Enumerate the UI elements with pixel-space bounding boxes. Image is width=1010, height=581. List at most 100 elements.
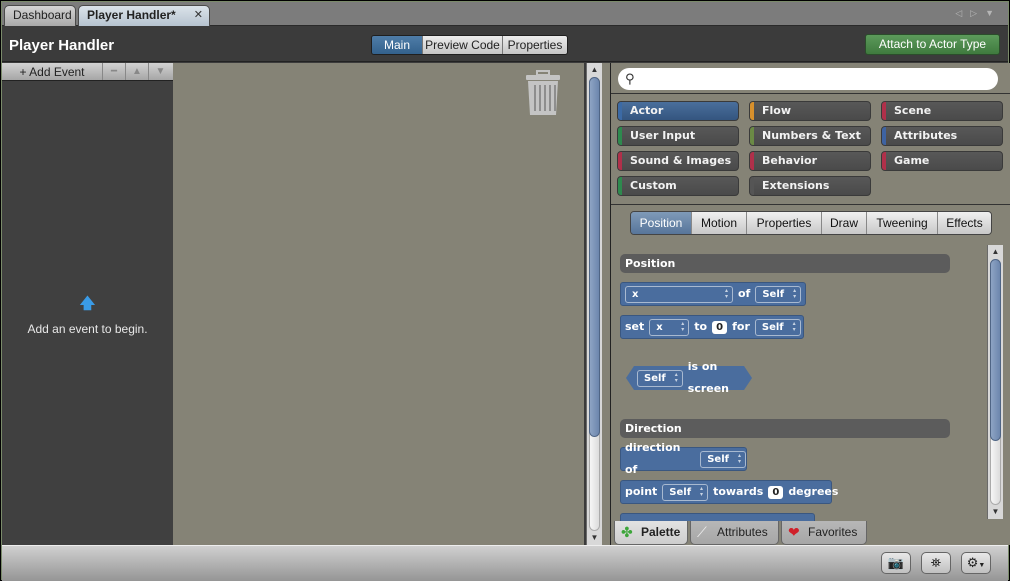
category-flow[interactable]: Flow [749,101,871,121]
attribute-dropdown[interactable]: x [649,318,690,336]
block-text: point [625,485,658,498]
tab-player-handler[interactable]: Player Handler* ✕ [78,5,210,26]
category-color-stripe [618,177,622,195]
category-color-stripe [618,102,622,120]
category-label: Extensions [762,179,830,192]
puzzle-icon: ✤ [621,524,633,540]
category-actor[interactable]: Actor [617,101,739,121]
category-numbers-text[interactable]: Numbers & Text [749,126,871,146]
subtab-motion[interactable]: Motion [691,212,746,234]
subtab-properties[interactable]: Properties [746,212,821,234]
find-button[interactable]: ⛯ [921,552,951,574]
tab-list-dropdown-icon[interactable]: ▼ [985,8,1002,18]
block-point-towards[interactable]: point Self towards 0 degrees [620,480,838,504]
scroll-down-icon[interactable]: ▼ [988,505,1003,519]
subtab-position[interactable]: Position [631,212,691,234]
category-scene[interactable]: Scene [881,101,1003,121]
block-text: is on screen [687,360,730,395]
tab-palette[interactable]: ✤ Palette [614,521,688,545]
settings-button[interactable]: ⚙▼ [961,552,991,574]
palette-divider [611,204,1010,205]
category-custom[interactable]: Custom [617,176,739,196]
target-dropdown[interactable]: Self [700,450,746,468]
screenshot-button[interactable]: 📷 [881,552,911,574]
down-arrow-icon[interactable]: ▼ [149,63,172,80]
subtab-tweening[interactable]: Tweening [866,212,937,234]
binoculars-icon: ⛯ [930,555,942,570]
document-tab-strip: Dashboard Player Handler* ✕ ◁▷▼ [2,2,1008,26]
view-switcher: Main Preview Code Properties [371,35,568,55]
category-game[interactable]: Game [881,151,1003,171]
palette-bottom-tabs: ✤ Palette ⟋ Attributes ❤ Favorites [611,521,1010,545]
category-user-input[interactable]: User Input [617,126,739,146]
subtab-effects[interactable]: Effects [937,212,991,234]
heart-icon: ❤ [788,524,800,540]
tab-label: Player Handler* [87,8,176,22]
scroll-up-icon[interactable]: ▲ [988,245,1003,259]
category-label: Custom [630,179,677,192]
events-panel: + Add Event ━ ▲ ▼ 🡅 Add an event to begi… [2,63,173,545]
block-direction-of[interactable]: direction of Self [620,441,747,476]
category-label: Sound & Images [630,154,732,167]
scrollbar-thumb[interactable] [589,77,600,437]
target-dropdown[interactable]: Self [755,285,802,303]
tab-main[interactable]: Main [372,36,422,54]
category-color-stripe [882,152,886,170]
scrollbar-thumb[interactable] [990,259,1001,441]
block-get-attribute-of[interactable]: x of Self [620,282,806,306]
canvas-scrollbar[interactable]: ▲ ▼ [586,63,602,545]
target-dropdown[interactable]: Self [754,318,801,336]
value-input[interactable]: 0 [768,485,784,499]
category-color-stripe [750,152,754,170]
target-dropdown[interactable]: Self [662,483,709,501]
category-label: Behavior [762,154,818,167]
category-extensions[interactable]: Extensions [749,176,871,196]
category-sound-images[interactable]: Sound & Images [617,151,739,171]
panel-divider[interactable] [602,63,611,545]
tag-icon: ⟋ [697,524,707,540]
close-icon[interactable]: ✕ [194,6,203,25]
chevron-down-icon: ▼ [978,562,986,569]
palette-panel: ⚲ Actor Flow Scene User Input Numbers & … [611,63,1010,545]
attribute-dropdown[interactable]: x [625,285,733,303]
trash-icon[interactable] [524,69,562,120]
block-partial[interactable] [620,513,815,521]
block-text: set [625,320,645,333]
tab-label: Palette [641,525,681,539]
scroll-up-icon[interactable]: ▲ [587,63,602,77]
scroll-right-icon[interactable]: ▷ [970,8,985,18]
block-text: towards [713,485,764,498]
subtab-draw[interactable]: Draw [821,212,866,234]
category-label: Game [894,154,930,167]
block-canvas[interactable] [173,63,584,545]
tab-properties[interactable]: Properties [502,36,567,54]
attach-to-actor-type-button[interactable]: Attach to Actor Type [865,34,1000,55]
category-color-stripe [882,102,886,120]
block-text: direction of [625,441,681,476]
up-arrow-icon: 🡅 [79,295,96,312]
category-label: Attributes [894,129,958,142]
category-label: Scene [894,104,932,117]
tab-attributes[interactable]: ⟋ Attributes [690,521,779,545]
tab-dashboard[interactable]: Dashboard [4,5,76,26]
target-dropdown[interactable]: Self [637,369,683,387]
category-behavior[interactable]: Behavior [749,151,871,171]
editor-header: Player Handler Main Preview Code Propert… [2,26,1008,62]
tab-favorites[interactable]: ❤ Favorites [781,521,867,545]
tab-preview-code[interactable]: Preview Code [422,36,502,54]
scroll-left-icon[interactable]: ◁ [955,8,970,18]
value-input[interactable]: 0 [712,320,728,334]
section-header-position: Position [620,254,950,273]
search-input[interactable]: ⚲ [618,68,998,90]
minus-icon[interactable]: ━ [103,63,126,80]
hint-text: Add an event to begin. [27,322,148,336]
category-attributes[interactable]: Attributes [881,126,1003,146]
tab-navigation: ◁▷▼ [955,8,1002,19]
scroll-down-icon[interactable]: ▼ [587,531,602,545]
palette-scrollbar[interactable]: ▲ ▼ [987,245,1003,519]
search-icon: ⚲ [625,71,635,86]
add-event-button[interactable]: + Add Event [2,63,103,80]
block-set-attribute[interactable]: set x to 0 for Self [620,315,804,339]
up-arrow-icon[interactable]: ▲ [126,63,149,80]
block-text: for [732,320,750,333]
